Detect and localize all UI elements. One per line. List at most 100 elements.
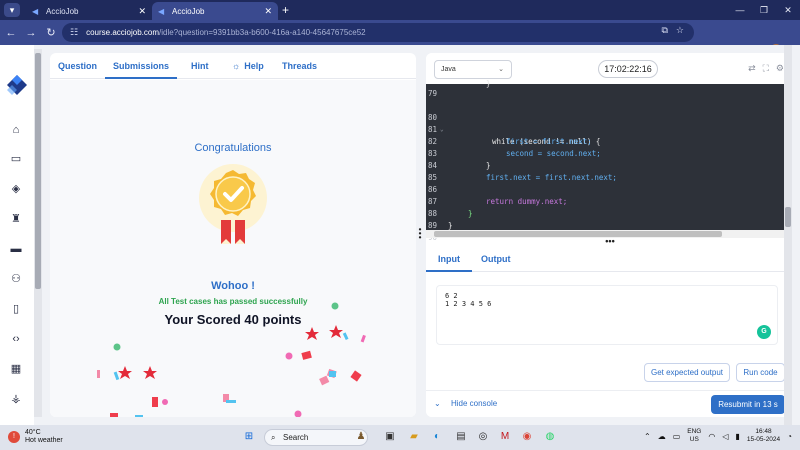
browser-tab[interactable]: ◀ AccioJob ✕: [26, 2, 152, 20]
reload-icon[interactable]: ↻: [42, 26, 60, 39]
code-editor[interactable]: } 79 80 ⌄ while (second != null) { 81 fi…: [426, 79, 784, 242]
people-icon[interactable]: ⚇: [9, 272, 23, 286]
chrome-icon[interactable]: ◉: [520, 430, 534, 444]
acciojob-logo-icon[interactable]: [5, 73, 29, 97]
browser-tab-active[interactable]: ◀ AccioJob ✕: [152, 2, 278, 20]
site-info-icon[interactable]: ☷: [70, 27, 78, 38]
display-icon[interactable]: ▭: [673, 432, 681, 441]
url-host: course.acciojob.com: [86, 28, 159, 37]
home-icon[interactable]: ⌂: [9, 123, 23, 137]
code-line: 86 return dummy.next;: [426, 172, 567, 206]
store-icon[interactable]: ▤: [454, 430, 468, 444]
submission-result: Congratulations Wohoo ! All Test cases h…: [50, 80, 416, 417]
panel-tabs: Question Submissions Hint ☼ Help Threads: [50, 53, 416, 79]
close-tab-icon[interactable]: ✕: [138, 6, 146, 17]
dell-icon[interactable]: ◎: [476, 430, 490, 444]
chat-icon[interactable]: ▬: [9, 242, 23, 256]
panel-resize-handle[interactable]: • • •: [418, 226, 422, 242]
book-icon[interactable]: ▭: [9, 152, 23, 166]
clock[interactable]: 16:48 15-05-2024: [747, 428, 780, 444]
cloud-icon[interactable]: ☁: [658, 432, 666, 441]
bookmark-star-icon[interactable]: ☆: [676, 25, 684, 36]
success-badge-icon: [199, 164, 267, 244]
language-indicator[interactable]: ENG US: [687, 428, 701, 444]
reset-code-icon[interactable]: ⇄: [748, 63, 756, 74]
notifications-icon[interactable]: ◔: [787, 432, 792, 441]
minimize-icon[interactable]: —: [728, 5, 752, 15]
forward-arrow-icon[interactable]: →: [22, 27, 40, 39]
get-expected-output-button[interactable]: Get expected output: [644, 363, 730, 382]
address-bar-row: ← → ↻ ☷ course.acciojob.com/idle?questio…: [0, 20, 800, 56]
page-scrollbar[interactable]: [784, 45, 792, 425]
code-icon[interactable]: ‹›: [9, 332, 23, 346]
code-fragment: }: [486, 79, 491, 88]
tab-hint[interactable]: Hint: [191, 53, 209, 79]
sidebar-scrollbar[interactable]: [34, 49, 42, 417]
code-panel: Java ⌄ 17:02:22:16 ⇄ ⛶ ⚙ } 79 80 ⌄ while…: [426, 53, 792, 417]
windows-start-icon[interactable]: ⊞: [242, 430, 256, 444]
calendar-icon[interactable]: ▦: [9, 362, 23, 376]
temperature: 40°C: [25, 429, 41, 436]
install-app-icon[interactable]: ⧉: [661, 25, 667, 36]
weather-widget[interactable]: ! 40°C Hot weather: [8, 429, 63, 445]
network-icon[interactable]: ⚶: [9, 392, 23, 406]
task-view-icon[interactable]: ▣: [383, 430, 397, 444]
tab-search-icon[interactable]: ▾: [4, 3, 20, 17]
layers-icon[interactable]: ◈: [9, 182, 23, 196]
close-tab-icon[interactable]: ✕: [264, 6, 272, 17]
whatsapp-icon[interactable]: ◍: [543, 430, 557, 444]
lightbulb-icon: ☼: [232, 61, 241, 71]
tray-chevron-up-icon[interactable]: ⌃: [644, 432, 651, 441]
tests-passed-message: All Test cases has passed successfully: [158, 297, 308, 306]
hide-console-button[interactable]: ⌄ Hide console: [434, 399, 497, 408]
widgets-icon[interactable]: ♟: [354, 430, 368, 444]
system-tray: ⌃ ☁ ▭ ENG US ◠ ◁ ▮ 16:48 15-05-2024 ◔: [644, 428, 792, 444]
acciojob-favicon-icon: ◀: [158, 6, 165, 16]
volume-icon[interactable]: ◁: [722, 432, 728, 441]
mcafee-icon[interactable]: M: [498, 430, 512, 444]
input-line: 6 2: [445, 292, 458, 300]
tab-submissions[interactable]: Submissions: [105, 53, 178, 79]
edge-browser-icon[interactable]: ◐: [430, 430, 444, 444]
chevron-down-icon: ⌄: [434, 399, 441, 408]
code-line: 84 first.next = first.next.next;: [426, 148, 617, 182]
battery-icon[interactable]: ▮: [736, 432, 740, 441]
tab-help[interactable]: ☼ Help: [232, 53, 264, 79]
new-tab-button[interactable]: +: [282, 3, 289, 17]
hide-console-label: Hide console: [450, 399, 498, 408]
grammarly-icon[interactable]: G: [757, 325, 771, 339]
console-resize-handle[interactable]: •••: [600, 237, 620, 246]
code-text: }: [468, 209, 473, 218]
tab-title: AccioJob: [172, 6, 205, 16]
close-window-icon[interactable]: ✕: [776, 5, 800, 16]
taskbar-search[interactable]: ⌕ Search: [264, 429, 368, 446]
window-controls: — ❐ ✕: [728, 0, 800, 20]
code-line: 82 second = second.next;: [426, 124, 601, 158]
code-line: 85: [426, 160, 462, 182]
settings-gear-icon[interactable]: ⚙: [776, 63, 784, 74]
document-icon[interactable]: ▯: [9, 302, 23, 316]
url-path: /idle?question=9391bb3a-b600-416a-a140-4…: [159, 28, 366, 37]
code-line: 87 }: [426, 184, 473, 218]
tab-question[interactable]: Question: [58, 53, 97, 79]
language-select[interactable]: Java ⌄: [434, 60, 512, 79]
tab-output[interactable]: Output: [481, 246, 511, 272]
fullscreen-icon[interactable]: ⛶: [763, 63, 769, 74]
wifi-icon[interactable]: ◠: [708, 432, 715, 441]
resubmit-button[interactable]: Resubmit in 13 s: [711, 395, 785, 414]
maximize-icon[interactable]: ❐: [752, 5, 776, 16]
file-explorer-icon[interactable]: ▰: [407, 430, 421, 444]
tab-threads[interactable]: Threads: [282, 53, 317, 79]
custom-input-textarea[interactable]: 6 2 1 2 3 4 5 6: [436, 285, 778, 345]
run-code-button[interactable]: Run code: [736, 363, 785, 382]
left-sidebar: ⌂ ▭ ◈ ♜ ▬ ⚇ ▯ ‹› ▦ ⚶: [0, 45, 34, 425]
browser-tab-bar: ▾ ◀ AccioJob ✕ ◀ AccioJob ✕ + — ❐ ✕: [0, 0, 800, 20]
code-text: first = first.next;: [506, 137, 592, 146]
back-arrow-icon[interactable]: ←: [2, 27, 20, 39]
code-line: 88 }: [426, 196, 462, 230]
trophy-icon[interactable]: ♜: [9, 212, 23, 226]
search-icon: ⌕: [271, 433, 276, 442]
url-input[interactable]: ☷ course.acciojob.com/idle?question=9391…: [62, 23, 694, 42]
tab-input[interactable]: Input: [426, 246, 472, 272]
input-line: 1 2 3 4 5 6: [445, 300, 492, 308]
